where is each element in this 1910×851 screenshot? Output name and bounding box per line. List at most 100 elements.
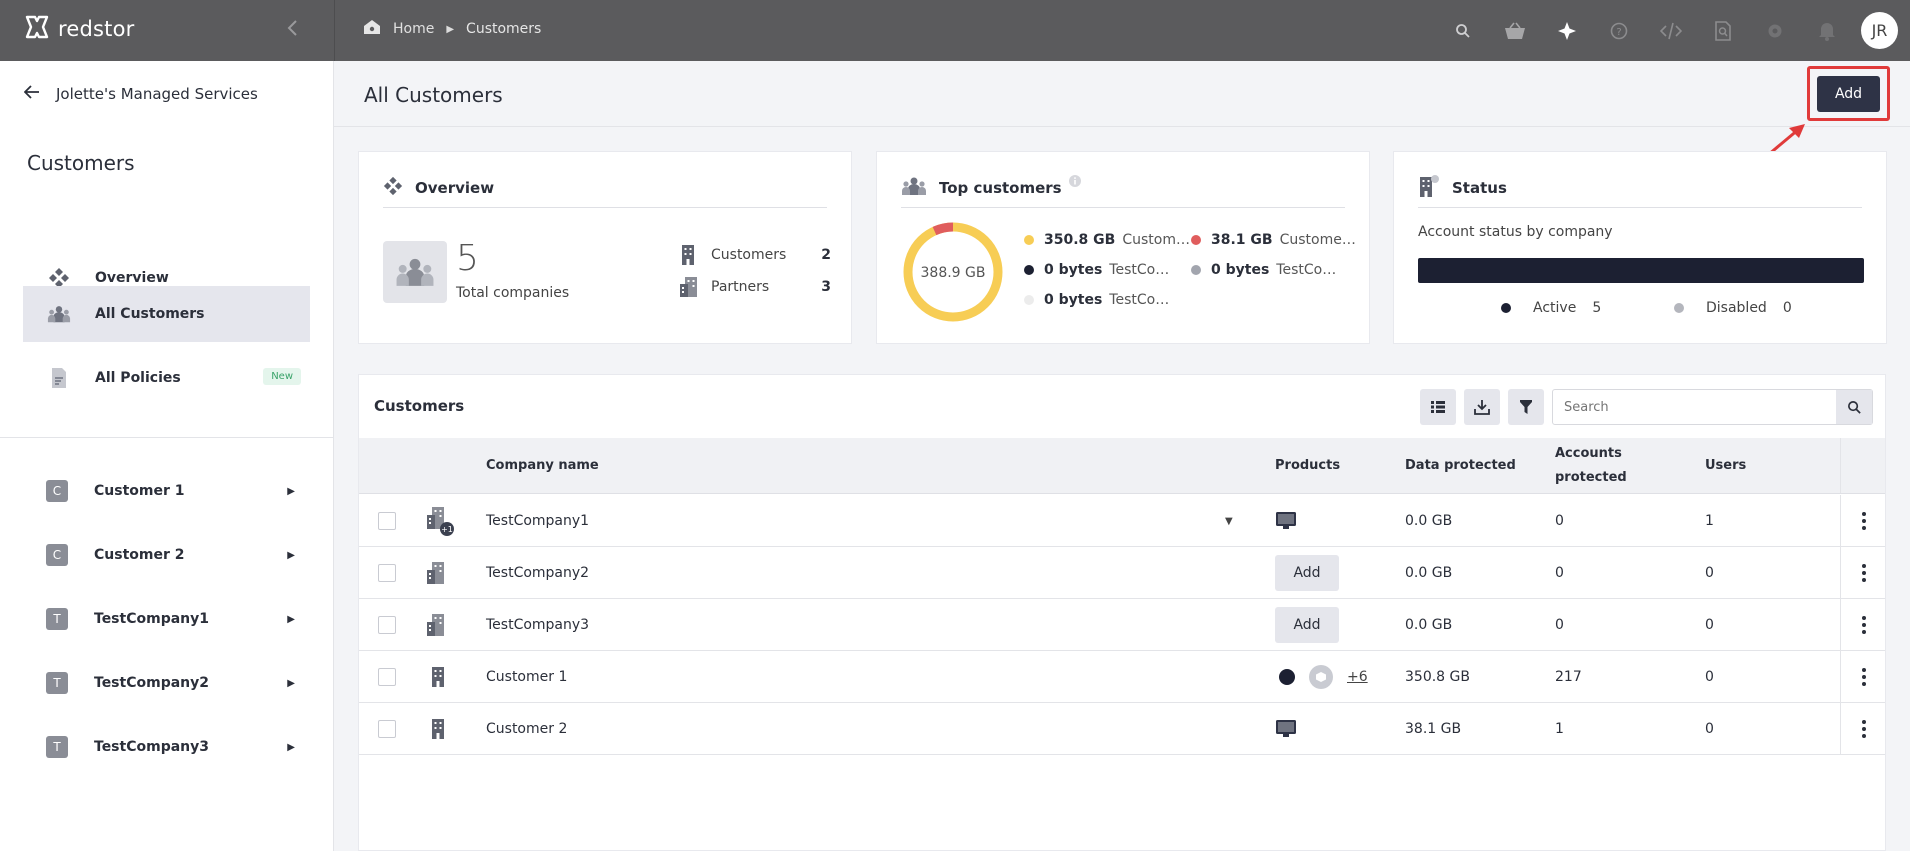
search-icon[interactable] (1437, 0, 1489, 61)
partners-label: Partners (711, 279, 770, 295)
collapse-sidebar-button[interactable] (286, 18, 298, 42)
row-menu-icon[interactable] (1852, 613, 1876, 637)
company-name[interactable]: Customer 1 (486, 651, 567, 703)
more-products-link[interactable]: +6 (1347, 669, 1368, 685)
table-row[interactable]: TestCompany3 Add 0.0 GB 0 0 (359, 599, 1885, 651)
table-title: Customers (374, 397, 465, 415)
customer-letter-avatar: T (46, 608, 68, 630)
page-title: All Customers (364, 83, 503, 107)
caret-right-icon[interactable]: ▶ (287, 742, 295, 753)
breadcrumb-home[interactable]: Home (393, 21, 434, 37)
bell-icon[interactable] (1801, 0, 1853, 61)
caret-right-icon[interactable]: ▶ (287, 614, 295, 625)
basket-icon[interactable] (1489, 0, 1541, 61)
document-search-icon[interactable] (1697, 0, 1749, 61)
status-building-icon (1418, 174, 1440, 202)
sidebar-customer-item[interactable]: T TestCompany1 ▶ (23, 595, 310, 643)
sidebar-item-all-policies[interactable]: All Policies New (23, 350, 310, 406)
company-name[interactable]: TestCompany1 (486, 495, 589, 547)
column-divider (1840, 547, 1841, 598)
data-protected: 38.1 GB (1405, 721, 1462, 737)
legend-item: 0 bytes TestCompany1 (1024, 262, 1181, 278)
back-link[interactable]: Jolette's Managed Services (23, 85, 258, 103)
status-card: Status Account status by company Active … (1393, 151, 1887, 344)
add-product-button[interactable]: Add (1275, 555, 1339, 591)
row-menu-icon[interactable] (1852, 561, 1876, 585)
logo[interactable]: redstor (24, 14, 134, 44)
column-products[interactable]: Products (1275, 454, 1340, 478)
search-field[interactable] (1552, 389, 1873, 425)
chevron-right-icon: ▶ (446, 23, 455, 35)
legend-name: TestCompany2 (1276, 262, 1348, 278)
customer-label: TestCompany3 (94, 739, 209, 755)
partner-building-icon (679, 276, 701, 298)
legend-dot (1024, 235, 1034, 245)
add-product-button[interactable]: Add (1275, 607, 1339, 643)
row-menu-icon[interactable] (1852, 509, 1876, 533)
users-count: 0 (1705, 669, 1714, 685)
sidebar-customer-item[interactable]: C Customer 1 ▶ (23, 467, 310, 515)
company-name[interactable]: Customer 2 (486, 703, 567, 755)
row-checkbox[interactable] (378, 564, 396, 582)
breadcrumb: Home ▶ Customers (363, 19, 541, 39)
sidebar-customer-item[interactable]: T TestCompany2 ▶ (23, 659, 310, 707)
legend-item: 0 bytes TestCompany2 (1191, 262, 1348, 278)
legend-dot (1024, 265, 1034, 275)
sidebar-customer-item[interactable]: C Customer 2 ▶ (23, 531, 310, 579)
list-view-button[interactable] (1420, 389, 1456, 425)
help-icon[interactable]: ? (1593, 0, 1645, 61)
column-users[interactable]: Users (1705, 454, 1746, 478)
company-name[interactable]: TestCompany2 (486, 547, 589, 599)
table-row[interactable]: +1 TestCompany1 ▼ 0.0 GB 0 1 (359, 495, 1885, 547)
row-checkbox[interactable] (378, 616, 396, 634)
chevron-left-icon (287, 20, 297, 36)
status-bar-active (1418, 258, 1864, 283)
table-row[interactable]: TestCompany2 Add 0.0 GB 0 0 (359, 547, 1885, 599)
row-checkbox[interactable] (378, 668, 396, 686)
filter-button[interactable] (1508, 389, 1544, 425)
company-name[interactable]: TestCompany3 (486, 599, 589, 651)
expand-caret-icon[interactable]: ▼ (1225, 495, 1233, 547)
sparkle-icon[interactable] (1541, 0, 1593, 61)
sidebar-item-label: Overview (95, 270, 169, 286)
row-menu-icon[interactable] (1852, 717, 1876, 741)
code-icon[interactable] (1645, 0, 1697, 61)
users-count: 0 (1705, 565, 1714, 581)
partner-building-icon (425, 599, 451, 651)
column-divider (1840, 495, 1841, 546)
legend-dot (1674, 303, 1684, 313)
product-box-icon[interactable] (1309, 665, 1333, 689)
table-row[interactable]: Customer 1 +6 350.8 GB 217 0 (359, 651, 1885, 703)
gear-icon[interactable] (1749, 0, 1801, 61)
row-checkbox[interactable] (378, 512, 396, 530)
status-legend-active: Active 5 (1501, 300, 1601, 316)
sidebar: Jolette's Managed Services Customers Ove… (0, 61, 334, 851)
row-menu-icon[interactable] (1852, 665, 1876, 689)
column-label-line: protected (1555, 470, 1627, 485)
avatar[interactable]: JR (1861, 12, 1898, 49)
column-company[interactable]: Company name (486, 454, 599, 478)
sidebar-item-all-customers[interactable]: All Customers (23, 286, 310, 342)
home-icon[interactable] (363, 19, 381, 39)
column-accounts-protected[interactable]: Accounts protected (1555, 442, 1627, 490)
building-icon (679, 244, 701, 266)
caret-right-icon[interactable]: ▶ (287, 486, 295, 497)
legend-item: 350.8 GB Customer 1 (1024, 232, 1194, 248)
download-button[interactable] (1464, 389, 1500, 425)
caret-right-icon[interactable]: ▶ (287, 678, 295, 689)
row-checkbox[interactable] (378, 720, 396, 738)
sidebar-item-label: All Customers (95, 306, 205, 322)
sidebar-customer-item[interactable]: T TestCompany3 ▶ (23, 723, 310, 771)
product-circle-icon[interactable] (1279, 669, 1295, 685)
legend-dot (1191, 265, 1201, 275)
caret-right-icon[interactable]: ▶ (287, 550, 295, 561)
column-data-protected[interactable]: Data protected (1405, 454, 1516, 478)
search-button[interactable] (1836, 390, 1872, 424)
card-title: Status (1452, 178, 1507, 197)
data-protected: 0.0 GB (1405, 513, 1453, 529)
highlight-box (1807, 66, 1890, 121)
users-count: 1 (1705, 513, 1714, 529)
search-input[interactable] (1553, 390, 1836, 424)
table-row[interactable]: Customer 2 38.1 GB 1 0 (359, 703, 1885, 755)
info-icon[interactable] (1068, 174, 1082, 192)
